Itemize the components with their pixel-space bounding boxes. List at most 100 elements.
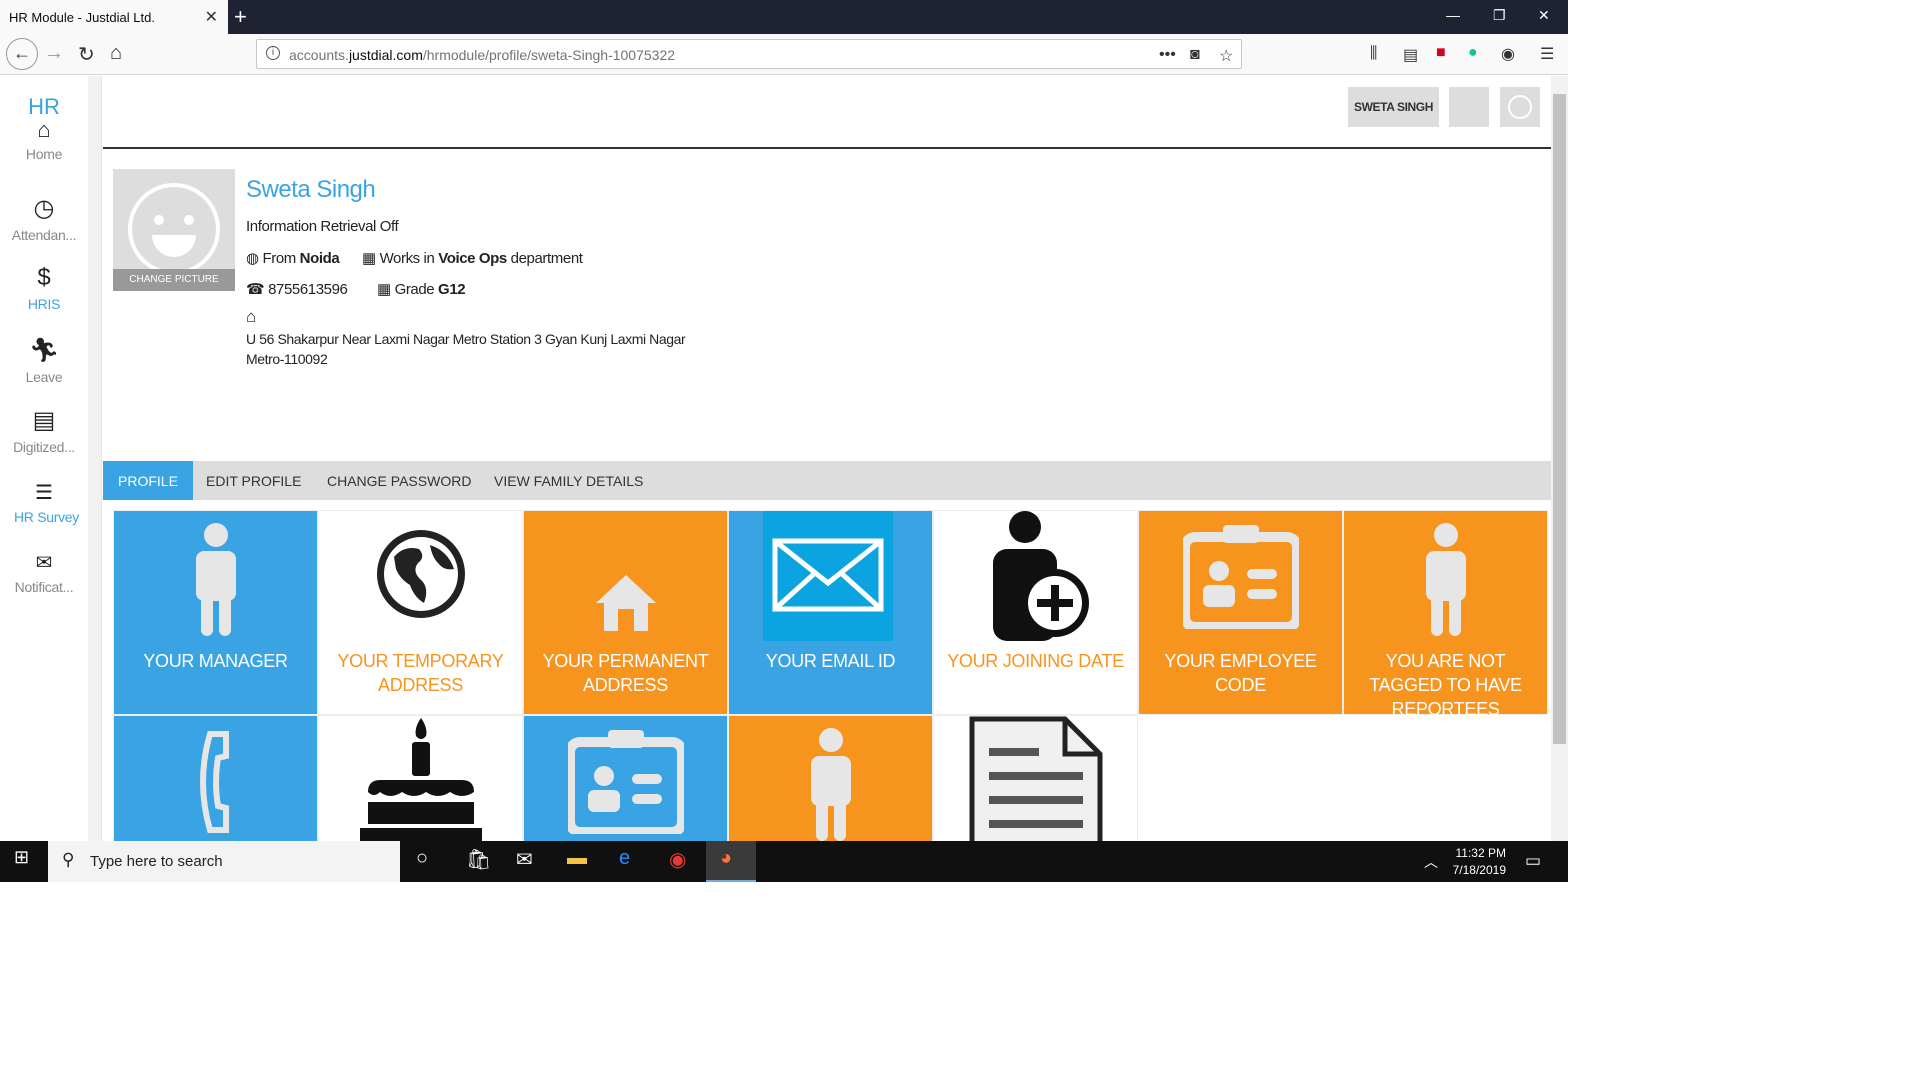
tab-title: HR Module - Justdial Ltd. [9,9,155,25]
browser-tab[interactable]: HR Module - Justdial Ltd. ✕ [0,0,228,34]
new-tab-icon[interactable]: + [234,4,247,30]
document-icon: ▤ [32,407,56,434]
info-icon[interactable]: i [266,46,280,60]
globe-icon: ◍ [246,250,259,267]
bookmark-star-icon[interactable]: ☆ [1219,46,1233,66]
account-icon[interactable]: ◉ [1501,44,1515,64]
taskbar-search[interactable]: ⚲ Type here to search [48,841,400,882]
tile-label: YOUR TEMPORARY ADDRESS [337,651,504,695]
sidebar-item-leave[interactable]: 🏃︎ Leave [0,336,88,385]
profile-designation: Information Retrieval Off [246,218,399,235]
tile-your-email-id[interactable]: YOUR EMAIL ID [728,510,933,715]
tab-edit-profile[interactable]: EDIT PROFILE [191,461,316,500]
id-card-icon [1139,525,1342,655]
extension-icon[interactable]: ■ [1436,44,1446,62]
header-button[interactable] [1449,87,1489,127]
tab-profile[interactable]: PROFILE [103,461,193,500]
home-icon: ⌂ [37,117,51,142]
menu-icon[interactable]: ☰ [1540,44,1554,64]
tile-label: YOU ARE NOT TAGGED TO HAVE REPORTEES [1369,651,1522,719]
money-hand-icon: $ [37,264,51,291]
profile-phone: ☎ 8755613596 [246,281,348,298]
tile-person[interactable] [728,715,933,841]
notification-center-icon[interactable]: ▭ [1525,851,1541,871]
clock-time: 11:32 PM [1455,846,1506,860]
sidebar-scrollbar[interactable] [88,76,102,841]
phone-icon [114,730,317,841]
tile-reportees[interactable]: YOU ARE NOT TAGGED TO HAVE REPORTEES [1343,510,1548,719]
tile-your-employee-code[interactable]: YOUR EMPLOYEE CODE [1138,510,1343,715]
store-icon[interactable]: 🛍︎ [466,847,491,872]
firefox-taskbar-button[interactable]: ◕ [706,841,756,882]
close-tab-icon[interactable]: ✕ [205,7,218,27]
sidebar-toggle-icon[interactable]: ▤ [1403,45,1418,65]
main-content: SWETA SINGH CHANGE PICTURE Sweta Singh I… [103,76,1551,841]
checklist-icon: ☰ [35,482,53,504]
firefox-icon: ◕ [720,847,733,869]
more-icon[interactable]: ••• [1159,46,1176,64]
smiley-face-icon [128,183,220,275]
tile-label: YOUR EMAIL ID [765,651,896,671]
sidebar-item-label: Leave [25,369,63,385]
add-person-icon [934,511,1137,669]
tile-your-permanent-address[interactable]: YOUR PERMANENT ADDRESS [523,510,728,715]
search-placeholder: Type here to search [90,853,223,870]
sidebar-item-home[interactable]: HR ⌂ Home [0,94,88,163]
forward-icon[interactable]: → [44,42,64,65]
mail-app-icon[interactable]: ✉ [516,847,533,872]
taskbar-clock[interactable]: 11:32 PM 7/18/2019 [1440,845,1506,879]
file-explorer-icon[interactable]: ▬ [567,847,587,870]
tile-id-card[interactable] [523,715,728,841]
tile-your-manager[interactable]: YOUR MANAGER [113,510,318,715]
minimize-icon[interactable]: — [1446,7,1460,23]
pocket-icon[interactable]: ◙ [1190,46,1200,64]
address-home-icon: ⌂ [246,307,256,326]
tile-birthday[interactable] [318,715,523,841]
library-icon[interactable]: ⫼ [1370,45,1377,63]
edge-icon[interactable]: e [619,847,630,870]
sidebar-item-hris[interactable]: $ HRIS [0,264,88,312]
sidebar-item-hr-survey[interactable]: ☰ HR Survey [0,480,88,525]
envelope-icon [763,511,893,641]
sidebar-item-notifications[interactable]: ✉ Notificat... [0,550,88,595]
home-icon[interactable]: ⌂ [110,42,122,65]
building-icon: ▦ [362,250,376,267]
person-icon [1344,521,1547,667]
chrome-icon[interactable]: ◉ [669,847,686,872]
tab-change-password[interactable]: CHANGE PASSWORD [312,461,486,500]
page-scrollbar[interactable] [1551,76,1568,841]
clock-icon: ◷ [33,195,55,222]
chevron-up-icon[interactable]: ︿ [1424,852,1438,872]
change-picture-button[interactable]: CHANGE PICTURE [113,269,235,291]
restore-icon[interactable]: ❐ [1493,7,1506,24]
document-icon [934,716,1137,841]
task-view-icon[interactable]: ○ [416,847,428,870]
close-window-icon[interactable]: ✕ [1538,7,1550,24]
brand-logo: HR [28,94,60,119]
profile-location: ◍ From Noida [246,250,340,267]
reload-icon[interactable]: ↻ [78,42,95,67]
windows-start-icon[interactable]: ⊞ [14,847,29,868]
url-bar[interactable]: i accounts.justdial.com/hrmodule/profile… [256,39,1242,69]
tile-phone[interactable] [113,715,318,841]
tile-your-temporary-address[interactable]: YOUR TEMPORARY ADDRESS [318,510,523,715]
tile-your-joining-date[interactable]: YOUR JOINING DATE [933,510,1138,715]
person-icon [729,726,932,841]
tile-label: YOUR MANAGER [143,651,288,671]
grammarly-icon[interactable]: ● [1468,44,1478,62]
scrollbar-thumb[interactable] [1553,94,1566,744]
tile-label: YOUR PERMANENT ADDRESS [542,651,709,695]
back-icon[interactable]: ← [6,38,38,70]
profile-address-line1: U 56 Shakarpur Near Laxmi Nagar Metro St… [246,331,686,347]
windows-taskbar: ⊞ ⚲ Type here to search ○ 🛍︎ ✉ ▬ e ◉ ◕ ︿… [0,841,1568,882]
tile-document[interactable] [933,715,1138,841]
user-name-button[interactable]: SWETA SINGH [1348,87,1439,127]
phone-icon: ☎ [246,281,265,298]
app-sidebar: HR ⌂ Home ◷ Attendan... $ HRIS 🏃︎ Leave … [0,76,88,841]
running-icon: 🏃︎ [28,337,60,364]
tab-view-family-details[interactable]: VIEW FAMILY DETAILS [479,461,658,500]
sidebar-item-attendance[interactable]: ◷ Attendan... [0,194,88,243]
user-avatar[interactable] [1500,87,1540,127]
profile-tabs: PROFILE EDIT PROFILE CHANGE PASSWORD VIE… [103,461,1551,500]
sidebar-item-digitized[interactable]: ▤ Digitized... [0,406,88,455]
